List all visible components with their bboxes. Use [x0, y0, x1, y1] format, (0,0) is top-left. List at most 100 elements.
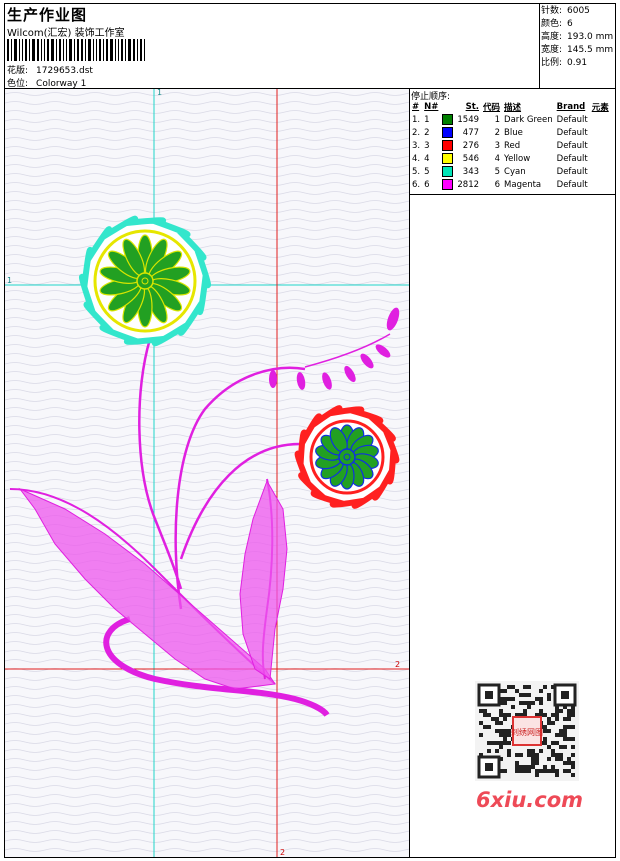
page-title: 生产作业图: [7, 6, 88, 24]
stat-value: 6005: [567, 6, 590, 16]
color-swatch: [442, 166, 454, 177]
row-swatch: [440, 113, 455, 126]
row-index: 6.: [412, 179, 421, 190]
row-code: 6: [494, 179, 501, 190]
col-swatch: [440, 101, 455, 113]
row-swatch: [440, 139, 455, 152]
row-element: [590, 126, 611, 139]
header-left: 生产作业图 Wilcom(汇宏) 装饰工作室 花版: 1729653.dst 色位…: [4, 3, 540, 89]
row-element: [590, 165, 611, 178]
watermark-text: 6xiu.com: [476, 788, 584, 812]
col-index: #: [412, 102, 420, 112]
design-value: 1729653.dst: [36, 66, 93, 76]
stat-height: 高度: 193.0 mm: [541, 31, 613, 44]
table-header: # N# St. 代码 描述 Brand 元素: [410, 101, 611, 113]
stats-block: 针数: 6005 颜色: 6 高度: 193.0 mm 宽度: 145.5 mm 比例:…: [541, 5, 613, 70]
row-stitches: 2812: [457, 179, 480, 190]
flower-right: [294, 405, 400, 509]
table-row: 6. 6 2812 6 Magenta Default: [410, 178, 611, 191]
design-row: 花版: 1729653.dst: [7, 63, 93, 76]
row-stitches: 343: [462, 166, 480, 177]
stamp-text: 刺绣网图: [511, 727, 543, 737]
stat-label: 高度:: [541, 32, 563, 42]
color-swatch: [442, 114, 454, 125]
colorway-value: Colorway 1: [36, 79, 87, 89]
row-stitches: 477: [462, 127, 480, 138]
row-stitches: 276: [462, 140, 480, 151]
row-swatch: [440, 152, 455, 165]
qr-code-icon: 刺绣网图: [475, 681, 579, 781]
table-row: 2. 2 477 2 Blue Default: [410, 126, 611, 139]
row-swatch: [440, 165, 455, 178]
row-brand: Default: [556, 153, 588, 164]
row-swatch: [440, 178, 455, 191]
stat-scale: 比例: 0.91: [541, 57, 613, 70]
row-element: [590, 152, 611, 165]
design-label: 花版:: [7, 66, 29, 76]
col-stitches: St.: [465, 102, 480, 112]
sequence-divider: [410, 194, 615, 195]
col-code: 代码: [483, 103, 501, 113]
row-code: 1: [494, 114, 501, 125]
stop-sequence-table: # N# St. 代码 描述 Brand 元素 1. 1 1549 1 Dark Gre…: [410, 101, 611, 191]
col-brand: Brand: [556, 102, 586, 112]
row-desc: Yellow: [504, 153, 531, 164]
row-desc: Blue: [504, 127, 523, 138]
row-brand: Default: [556, 140, 588, 151]
row-n: 2: [424, 127, 430, 138]
row-code: 4: [494, 153, 501, 164]
row-element: [590, 113, 611, 126]
design-canvas: 1 1 2 2: [5, 89, 410, 857]
row-index: 2.: [412, 127, 421, 138]
stat-label: 颜色:: [541, 19, 563, 29]
row-brand: Default: [556, 127, 588, 138]
row-code: 3: [494, 140, 501, 151]
color-swatch: [442, 127, 454, 138]
row-n: 5: [424, 166, 430, 177]
flower-top: [78, 215, 212, 347]
row-stitches: 546: [462, 153, 480, 164]
row-swatch: [440, 126, 455, 139]
guide-label-v1: 1: [157, 89, 162, 97]
row-n: 4: [424, 153, 430, 164]
stat-value: 6: [567, 19, 573, 29]
stat-width: 宽度: 145.5 mm: [541, 44, 613, 57]
guide-label-v2: 2: [280, 848, 285, 857]
row-element: [590, 139, 611, 152]
col-desc: 描述: [504, 103, 522, 113]
row-brand: Default: [556, 179, 588, 190]
colorway-row: 色位: Colorway 1: [7, 76, 86, 89]
stat-value: 145.5 mm: [567, 45, 614, 55]
colorway-label: 色位:: [7, 79, 29, 89]
embroidery-preview: 1 1 2 2: [5, 89, 409, 857]
row-code: 2: [494, 127, 501, 138]
row-element: [590, 178, 611, 191]
stat-label: 针数:: [541, 6, 563, 16]
stat-label: 比例:: [541, 58, 563, 68]
table-row: 3. 3 276 3 Red Default: [410, 139, 611, 152]
color-swatch: [442, 153, 454, 164]
row-index: 5.: [412, 166, 421, 177]
studio-name: Wilcom(汇宏) 装饰工作室: [7, 28, 125, 39]
header: 生产作业图 Wilcom(汇宏) 装饰工作室 花版: 1729653.dst 色位…: [4, 3, 616, 89]
row-desc: Cyan: [504, 166, 526, 177]
row-index: 1.: [412, 114, 421, 125]
row-n: 6: [424, 179, 430, 190]
row-desc: Magenta: [504, 179, 542, 190]
row-brand: Default: [556, 166, 588, 177]
guide-label-h2: 2: [395, 660, 400, 669]
table-row: 4. 4 546 4 Yellow Default: [410, 152, 611, 165]
stat-value: 0.91: [567, 58, 588, 68]
row-n: 3: [424, 140, 430, 151]
col-n: N#: [424, 102, 439, 112]
table-row: 5. 5 343 5 Cyan Default: [410, 165, 611, 178]
row-index: 4.: [412, 153, 421, 164]
stat-stitches: 针数: 6005: [541, 5, 613, 18]
barcode: [7, 39, 147, 61]
stat-colors: 颜色: 6: [541, 18, 613, 31]
color-swatch: [442, 179, 454, 190]
row-n: 1: [424, 114, 430, 125]
row-stitches: 1549: [457, 114, 480, 125]
row-code: 5: [494, 166, 501, 177]
table-row: 1. 1 1549 1 Dark Green Default: [410, 113, 611, 126]
